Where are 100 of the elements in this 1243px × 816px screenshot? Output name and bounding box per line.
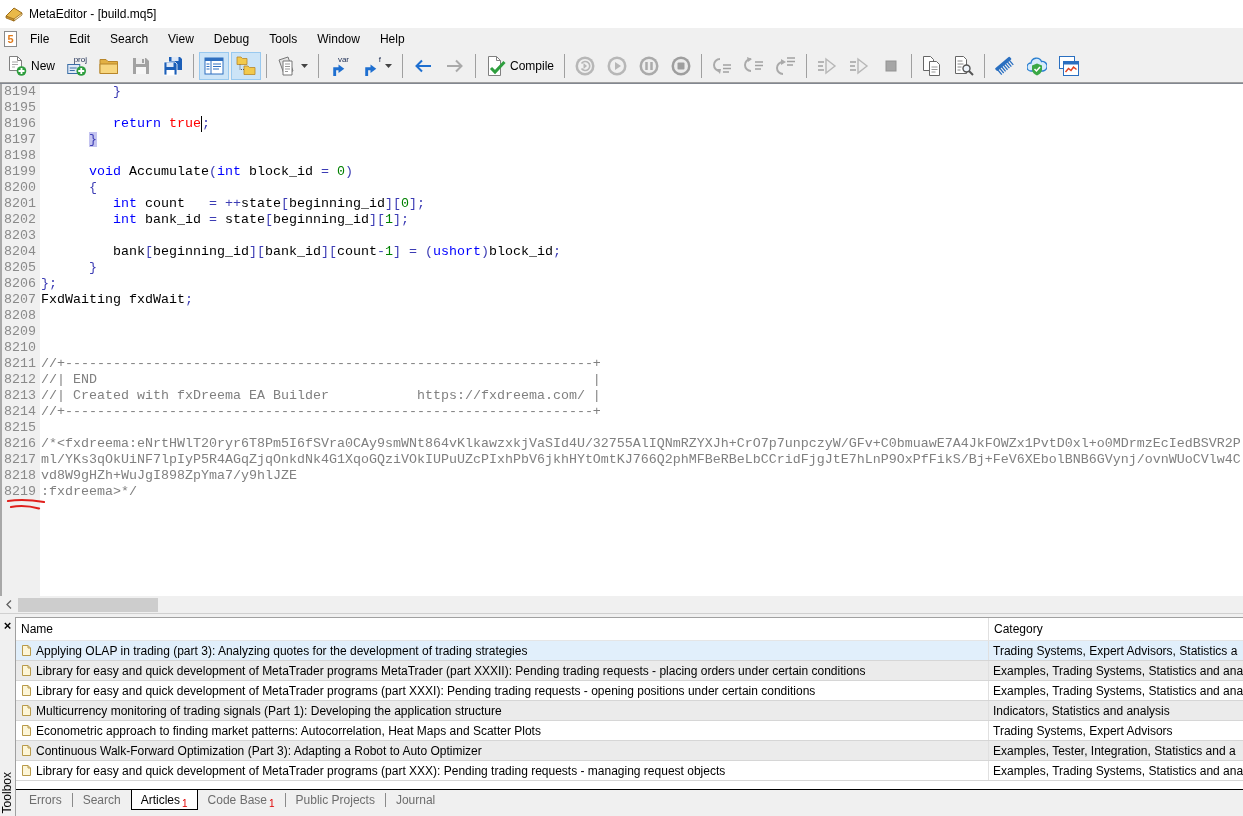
code-text: ;: [202, 116, 210, 132]
table-cell: Examples, Trading Systems, Statistics and ana: [988, 761, 1243, 780]
toolbar-button[interactable]: f: [356, 51, 397, 80]
toolbar-button[interactable]: Compile: [481, 51, 560, 80]
article-title: Library for easy and quick development of MetaTrader programs (part XXX): Pending trading requests - managing request objects: [36, 763, 726, 778]
code-text: }: [89, 260, 97, 276]
table-row[interactable]: Applying OLAP in trading (part 3): Analyzing quotes for the development of trading strategies Trading Systems, Expert Advisors, Statistics a: [16, 641, 1243, 661]
table-row[interactable]: Multicurrency monitoring of trading signals (Part 1): Developing the application structure Indicators, Statistics and analysis: [16, 701, 1243, 721]
close-button[interactable]: ×: [3, 619, 12, 632]
window-title: MetaEditor - [build.mq5]: [29, 7, 157, 21]
line-number: 8201: [4, 196, 36, 211]
table-cell: Examples, Trading Systems, Statistics and ana: [988, 661, 1243, 680]
code-text: void Accumulate(int block_id = 0): [89, 164, 353, 180]
line-number: 8208: [4, 308, 36, 323]
code-text: }: [113, 84, 121, 100]
toolbar-button[interactable]: New: [2, 51, 60, 80]
chart-window-icon: [1059, 55, 1080, 76]
line-number: 8211: [4, 356, 36, 371]
code-text: int bank_id = state[beginning_id][1];: [113, 212, 409, 228]
pause-circle-icon: [639, 55, 660, 76]
line-number: 8218: [4, 468, 36, 483]
scrollbar-thumb[interactable]: [18, 597, 158, 612]
curved-arrow-lines-icon: [712, 55, 733, 76]
toolbar-button[interactable]: proj: [62, 51, 92, 80]
tab[interactable]: Public Projects: [285, 790, 385, 810]
table-cell: Trading Systems, Expert Advisors, Statistics a: [988, 641, 1243, 660]
document-icon: [22, 665, 31, 676]
line-number: 8216: [4, 436, 36, 451]
tab[interactable]: Journal: [385, 790, 446, 810]
toolbar-button[interactable]: [199, 51, 229, 80]
table-row[interactable]: Econometric approach to finding market patterns: Autocorrelation, Heat Maps and Scatter Plots Trading Systems, Expert Advisors: [16, 721, 1243, 741]
code-text: //+------------------------------------------------------------------+: [41, 356, 601, 372]
menu-item[interactable]: Search: [100, 28, 159, 49]
document-plus-icon: [7, 55, 27, 76]
toolbar-button[interactable]: var: [324, 51, 354, 80]
document-magnifier-icon: [954, 55, 975, 76]
line-number: 8204: [4, 244, 36, 259]
panel-layout-icon: [204, 55, 224, 76]
bent-arrow-icon: [333, 63, 345, 76]
tab[interactable]: Errors: [19, 790, 72, 810]
cloud-shield-icon: [1027, 55, 1048, 76]
menu-item[interactable]: Help: [369, 28, 415, 49]
code-text: bank[beginning_id][bank_id][count-1] = (ushort)block_id;: [113, 244, 561, 260]
text-cursor: [201, 116, 202, 132]
document-icon: [22, 745, 31, 756]
table-cell: Examples, Tester, Integration, Statistics and a: [988, 741, 1243, 760]
document-icon: [22, 725, 31, 736]
article-title: Multicurrency monitoring of trading signals (Part 1): Developing the application structure: [36, 703, 502, 718]
floppy-disks-icon: [163, 55, 183, 76]
curved-arrow-lines-icon: [776, 55, 797, 76]
table-row[interactable]: Continuous Walk-Forward Optimization (Part 3): Adapting a Robot to Auto Optimizer Examples, Tester, Integration, Statistics and a: [16, 741, 1243, 761]
icon-caption: proj: [73, 55, 87, 64]
stop-circle-icon: [671, 55, 692, 76]
table-cell: Examples, Trading Systems, Statistics and ana: [988, 681, 1243, 700]
line-number: 8210: [4, 340, 36, 355]
line-number: 8207: [4, 292, 36, 307]
menu-item[interactable]: File: [20, 28, 60, 49]
article-title: Econometric approach to finding market patterns: Autocorrelation, Heat Maps and Scatter Plots: [36, 723, 541, 738]
panel-title: Toolbox: [1, 771, 14, 813]
table-row[interactable]: Library for easy and quick development of MetaTrader programs (part XXX): Pending trading requests - managing request objects Examples, Trading Systems, Statistics and ana: [16, 761, 1243, 781]
menu-item[interactable]: Edit: [59, 28, 101, 49]
line-number: 8198: [4, 148, 36, 163]
document-icon: [22, 685, 31, 696]
documents-icon: [922, 55, 943, 76]
line-number: 8215: [4, 420, 36, 435]
line-number: 8219: [4, 484, 36, 499]
triangle-lines-icon: [817, 55, 838, 76]
code-text: vd8W9gHZh+WuJgI898ZpYma7/y9hlJZE: [41, 468, 297, 484]
line-number: 8217: [4, 452, 36, 467]
table-cell: Trading Systems, Expert Advisors: [988, 721, 1243, 740]
line-number: 8194: [4, 84, 36, 99]
line-number: 8202: [4, 212, 36, 227]
file-icon: 5: [4, 30, 17, 47]
icon-caption: f: [378, 55, 381, 64]
document-icon: [22, 705, 31, 716]
line-number: 8195: [4, 100, 36, 115]
document-icon: [22, 645, 31, 656]
code-text: };: [41, 276, 57, 292]
line-number: 8205: [4, 260, 36, 275]
code-text: /*<fxdreema:eNrtHWlT20ryr6T8Pm5I6fSVra0CAy9smWNt864vKlkawzxkjVaSId4U/32755AlIQNmRZYXJh+CrO7p7unpczyW/GFv+C0bmuawE7A4JkFOWZx1PvtD0xl+o0MDrmzEcIedBSVR2P: [41, 436, 1241, 452]
line-number: 8212: [4, 372, 36, 387]
document-check-icon: [486, 55, 506, 76]
menu-item[interactable]: View: [158, 28, 204, 49]
tab[interactable]: Search: [72, 790, 131, 810]
table-row[interactable]: Library for easy and quick development of MetaTrader programs MetaTrader (part XXXII): Pending trading requests - placing orders under certain conditions Examples, Trading Systems, Statistics and ana: [16, 661, 1243, 681]
folders-icon: [236, 55, 256, 76]
line-number: 8213: [4, 388, 36, 403]
code-text: //+------------------------------------------------------------------+: [41, 404, 601, 420]
code-text: {: [89, 180, 97, 196]
chevron-left-icon[interactable]: [6, 600, 12, 609]
menu-item[interactable]: Window: [307, 28, 370, 49]
menu-item[interactable]: Debug: [203, 28, 260, 49]
window-plus-icon: [67, 63, 87, 76]
bent-arrow-icon: [365, 63, 377, 76]
tab-count: 1: [269, 798, 275, 809]
line-number: 8203: [4, 228, 36, 243]
comb-icon: [995, 55, 1016, 76]
menu-item[interactable]: Tools: [259, 28, 308, 49]
table-row[interactable]: Library for easy and quick development of MetaTrader programs (part XXXI): Pending trading requests - opening positions under certain conditions Examples, Trading Systems, Statistics and ana: [16, 681, 1243, 701]
table-cell: Indicators, Statistics and analysis: [988, 701, 1243, 720]
